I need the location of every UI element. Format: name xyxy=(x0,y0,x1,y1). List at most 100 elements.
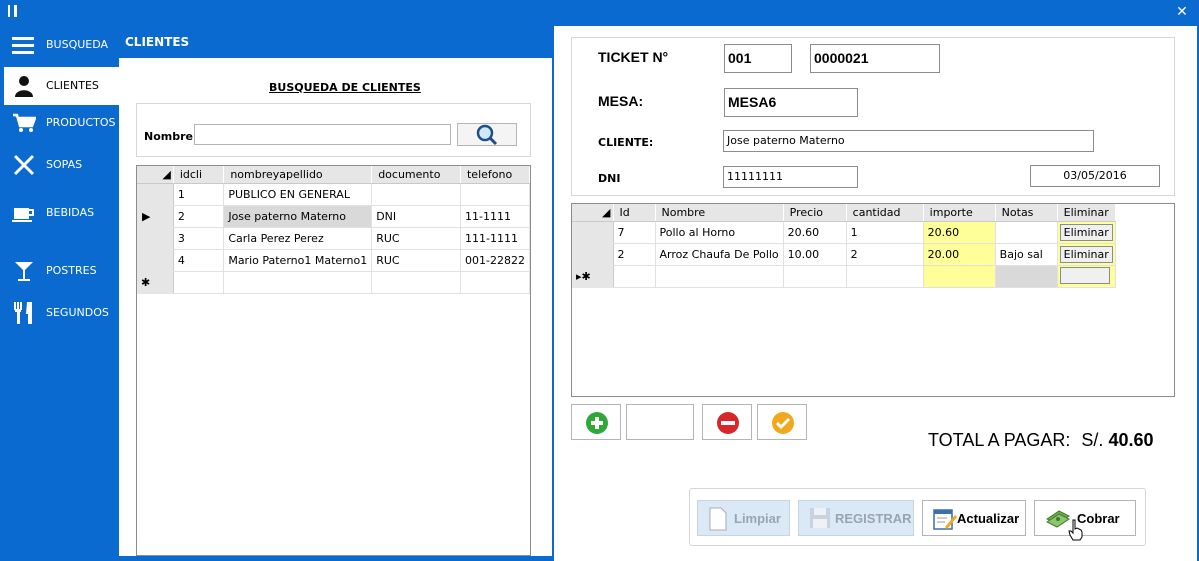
row-header[interactable] xyxy=(137,183,174,206)
eliminar-button[interactable]: Eliminar xyxy=(1059,246,1113,263)
sidebar-item-busqueda[interactable]: BUSQUEDA xyxy=(0,26,119,64)
new-row[interactable]: ▸✱ xyxy=(572,265,1116,288)
cell[interactable]: 1 xyxy=(846,221,924,244)
table-row[interactable]: 2 Arroz Chaufa De Pollo 10.00 2 20.00 Ba… xyxy=(572,243,1116,266)
column-header[interactable]: importe xyxy=(923,204,996,222)
numero-field[interactable]: 0000021 xyxy=(810,44,940,73)
serie-field[interactable]: 001 xyxy=(724,44,792,73)
cell[interactable]: 4 xyxy=(173,249,225,272)
cell[interactable]: Jose paterno Materno xyxy=(223,205,373,228)
sidebar-item-bebidas[interactable]: BEBIDAS xyxy=(0,194,119,232)
actualizar-button[interactable]: Actualizar xyxy=(922,500,1026,536)
button-label: Actualizar xyxy=(957,511,1020,526)
row-header-current[interactable]: ▶ xyxy=(137,205,174,228)
column-header[interactable]: documento xyxy=(371,166,461,184)
cell[interactable] xyxy=(613,265,656,288)
eliminar-button[interactable]: Eliminar xyxy=(1059,224,1113,241)
glass-icon xyxy=(15,262,33,281)
cell[interactable]: 3 xyxy=(173,227,225,250)
limpiar-button[interactable]: Limpiar xyxy=(697,500,790,536)
column-header[interactable]: Notas xyxy=(995,204,1058,222)
cell[interactable]: Arroz Chaufa De Pollo xyxy=(655,243,784,266)
row-header[interactable] xyxy=(572,221,614,244)
cell[interactable]: 111-1111 xyxy=(460,227,531,250)
cell[interactable] xyxy=(655,265,784,288)
cell[interactable]: 7 xyxy=(613,221,656,244)
cell[interactable]: Mario Paterno1 Materno1 xyxy=(223,249,373,272)
cell[interactable]: 1 xyxy=(173,183,225,206)
cell[interactable] xyxy=(371,271,461,294)
column-header[interactable]: Precio xyxy=(783,204,847,222)
cell[interactable]: 2 xyxy=(613,243,656,266)
cell[interactable]: Bajo sal xyxy=(995,243,1058,266)
cell[interactable]: 10.00 xyxy=(783,243,847,266)
mesa-field[interactable]: MESA6 xyxy=(724,88,858,117)
column-header[interactable]: Nombre xyxy=(655,204,784,222)
cell[interactable]: RUC xyxy=(371,227,461,250)
new-row[interactable]: ✱ xyxy=(137,271,531,294)
column-header[interactable]: idcli xyxy=(173,166,225,184)
table-row[interactable]: 1 PUBLICO EN GENERAL xyxy=(137,183,531,206)
cell[interactable] xyxy=(173,271,225,294)
sidebar-item-sopas[interactable]: SOPAS xyxy=(0,146,119,184)
cell[interactable]: PUBLICO EN GENERAL xyxy=(223,183,373,206)
cell[interactable]: 20.60 xyxy=(783,221,847,244)
cell[interactable]: 20.60 xyxy=(923,221,996,244)
eliminar-button-empty[interactable] xyxy=(1059,267,1110,284)
search-button[interactable] xyxy=(457,123,517,146)
cell[interactable]: RUC xyxy=(371,249,461,272)
cell[interactable] xyxy=(846,265,924,288)
cell xyxy=(1057,265,1116,288)
sidebar-item-productos[interactable]: PRODUCTOS xyxy=(0,104,119,142)
cliente-field[interactable]: Jose paterno Materno xyxy=(723,130,1094,152)
button-label: Limpiar xyxy=(734,511,781,526)
fecha-field[interactable]: 03/05/2016 xyxy=(1030,165,1160,187)
row-header[interactable] xyxy=(137,227,174,250)
menu-icon xyxy=(12,37,34,54)
column-header[interactable]: nombreyapellido xyxy=(223,166,373,184)
table-row[interactable]: 7 Pollo al Horno 20.60 1 20.60 Eliminar xyxy=(572,221,1116,244)
cell[interactable]: 2 xyxy=(846,243,924,266)
table-row[interactable]: 3 Carla Perez Perez RUC 111-1111 xyxy=(137,227,531,250)
dni-field[interactable]: 11111111 xyxy=(723,166,858,188)
table-row[interactable]: 4 Mario Paterno1 Materno1 RUC 001-22822 xyxy=(137,249,531,272)
new-row-marker[interactable]: ▸✱ xyxy=(572,265,614,288)
cell[interactable] xyxy=(923,265,996,288)
cup-icon xyxy=(12,208,34,222)
column-header[interactable]: cantidad xyxy=(846,204,924,222)
cell[interactable] xyxy=(371,183,461,206)
row-header[interactable] xyxy=(137,249,174,272)
table-row[interactable]: ▶ 2 Jose paterno Materno DNI 11-1111 xyxy=(137,205,531,228)
cell[interactable] xyxy=(460,271,531,294)
column-header[interactable]: Id xyxy=(613,204,656,222)
cell[interactable]: 2 xyxy=(173,205,225,228)
sidebar-item-postres[interactable]: POSTRES xyxy=(0,252,119,290)
close-button[interactable]: ✕ xyxy=(1173,3,1191,21)
cell[interactable] xyxy=(460,183,531,206)
row-header[interactable] xyxy=(572,243,614,266)
sidebar-item-segundos[interactable]: SEGUNDOS xyxy=(0,294,119,332)
registrar-button[interactable]: REGISTRAR xyxy=(798,500,914,536)
cell[interactable] xyxy=(223,271,373,294)
detalle-grid[interactable]: ◢ Id Nombre Precio cantidad importe Nota… xyxy=(571,203,1175,397)
cell[interactable] xyxy=(995,265,1058,288)
add-item-button[interactable] xyxy=(571,404,621,440)
nombre-input[interactable] xyxy=(194,124,451,145)
cell[interactable]: Carla Perez Perez xyxy=(223,227,373,250)
column-header[interactable]: Eliminar xyxy=(1057,204,1116,222)
column-header[interactable]: telefono xyxy=(460,166,531,184)
cell[interactable] xyxy=(995,221,1058,244)
confirm-button[interactable] xyxy=(757,404,807,440)
cell[interactable]: Pollo al Horno xyxy=(655,221,784,244)
sidebar-item-clientes[interactable]: CLIENTES xyxy=(4,67,119,105)
new-row-marker[interactable]: ✱ xyxy=(137,271,174,294)
quantity-field[interactable] xyxy=(626,404,694,440)
cell[interactable]: 11-1111 xyxy=(460,205,531,228)
cell[interactable]: 001-22822 xyxy=(460,249,531,272)
cell[interactable]: DNI xyxy=(371,205,461,228)
clientes-grid[interactable]: ◢ idcli nombreyapellido documento telefo… xyxy=(136,165,531,556)
cobrar-button[interactable]: Cobrar xyxy=(1034,500,1136,541)
cell[interactable]: 20.00 xyxy=(923,243,996,266)
remove-item-button[interactable] xyxy=(702,404,752,440)
cell[interactable] xyxy=(783,265,847,288)
